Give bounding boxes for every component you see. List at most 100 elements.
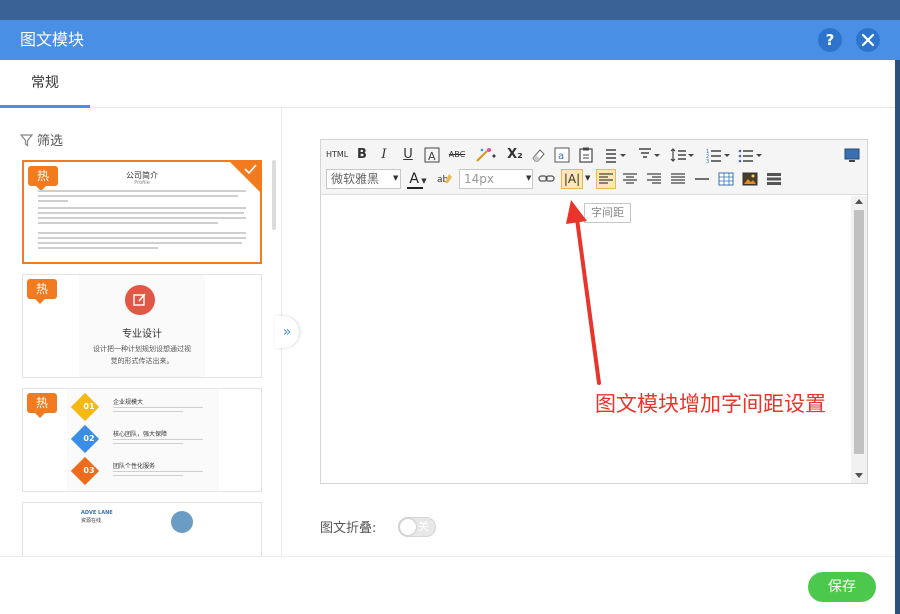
window-right-edge xyxy=(895,60,900,614)
font-color-button[interactable]: A ▼ xyxy=(405,169,431,189)
scroll-up-icon[interactable] xyxy=(855,199,863,204)
font-family-select[interactable]: 微软雅黑 xyxy=(326,169,401,189)
list-title: 团队个性化服务 xyxy=(113,463,156,470)
editor-scrollbar[interactable] xyxy=(851,196,867,483)
font-color-swatch xyxy=(407,187,423,189)
justify-button[interactable] xyxy=(668,169,688,189)
annotation-text: 图文模块增加字间距设置 xyxy=(595,392,826,416)
hot-badge: 热 xyxy=(27,279,57,304)
row-spacing-button[interactable] xyxy=(669,145,695,165)
svg-text:A: A xyxy=(428,150,436,163)
strikethrough-button[interactable]: ABC xyxy=(446,145,468,165)
link-button[interactable] xyxy=(537,169,557,189)
insert-list-block-button[interactable] xyxy=(764,169,784,189)
chevron-down-icon: ▼ xyxy=(418,177,427,185)
text-placeholder xyxy=(38,207,246,209)
table-icon xyxy=(718,172,734,186)
highlight-button[interactable]: ab xyxy=(435,169,455,189)
text-placeholder xyxy=(113,407,203,408)
template-card-online[interactable]: ADVE LANE 资源在线 xyxy=(22,502,262,556)
indent-icon xyxy=(606,149,626,163)
template-desc-line: 觉的形式传达出来。 xyxy=(110,357,174,365)
dialog-title: 图文模块 xyxy=(20,30,85,49)
eraser-button[interactable] xyxy=(529,145,547,165)
toggle-knob xyxy=(400,519,416,535)
format-painter-button[interactable] xyxy=(471,145,501,165)
font-border-button[interactable]: A xyxy=(423,145,441,165)
list-title: 核心团队，强大保障 xyxy=(113,431,168,438)
text-placeholder xyxy=(113,439,203,440)
boxed-letter-icon: a xyxy=(554,147,570,163)
horizontal-rule-button[interactable] xyxy=(692,169,712,189)
text-placeholder xyxy=(38,242,242,244)
align-left-button[interactable] xyxy=(596,169,616,189)
list-number: 01 xyxy=(83,402,95,411)
letter-spacing-tooltip: 字间距 xyxy=(584,203,631,223)
horizontal-rule-icon xyxy=(695,178,709,180)
close-button[interactable] xyxy=(856,28,880,52)
save-button[interactable]: 保存 xyxy=(808,572,876,602)
underline-button[interactable]: U xyxy=(399,145,417,165)
font-size-select[interactable]: 14px xyxy=(459,169,533,189)
text-placeholder xyxy=(38,195,238,197)
line-spacing-icon xyxy=(670,148,694,162)
sidebar-scrollbar[interactable] xyxy=(272,160,276,230)
scrollbar-thumb[interactable] xyxy=(854,210,864,454)
link-icon xyxy=(538,175,555,182)
tab-general[interactable]: 常规 xyxy=(0,60,90,108)
eraser-icon xyxy=(532,149,545,162)
toggle-state: 关 xyxy=(418,520,429,533)
template-sidebar: 筛选 热 公司简介 Profile 专业设计 设计把一种计划规划设想通过视 觉的… xyxy=(0,108,282,556)
text-placeholder xyxy=(38,217,246,219)
align-top-icon xyxy=(639,148,660,158)
edit-icon xyxy=(133,293,146,306)
filter-button[interactable]: 筛选 xyxy=(19,130,63,149)
template-line: 资源在线 xyxy=(81,518,102,524)
preview-button[interactable] xyxy=(843,145,861,165)
template-card-list[interactable]: 01 企业规模大 02 核心团队，强大保障 03 团队个性化服务 热 xyxy=(22,388,262,492)
align-right-button[interactable] xyxy=(644,169,664,189)
globe-image xyxy=(171,511,193,533)
text-placeholder xyxy=(113,443,183,444)
dialog-title-bar: 图文模块 ? xyxy=(0,20,900,60)
line-height-button[interactable] xyxy=(603,145,627,165)
insert-image-button[interactable] xyxy=(740,169,760,189)
template-line: ADVE LANE xyxy=(81,510,113,516)
ordered-list-button[interactable]: 123 xyxy=(705,145,731,165)
scroll-down-icon[interactable] xyxy=(855,473,863,478)
template-card-design[interactable]: 专业设计 设计把一种计划规划设想通过视 觉的形式传达出来。 热 xyxy=(22,274,262,378)
letter-spacing-button[interactable]: |A| xyxy=(561,169,583,189)
paste-button[interactable] xyxy=(577,145,595,165)
magic-wand-icon xyxy=(476,148,496,162)
template-desc-line: 设计把一种计划规划设想通过视 xyxy=(93,345,191,353)
insert-table-button[interactable] xyxy=(716,169,736,189)
template-subtitle: Profile xyxy=(134,180,150,186)
editor-content-area[interactable] xyxy=(321,196,867,483)
clipboard-icon xyxy=(579,147,593,163)
fold-toggle[interactable]: 关 xyxy=(398,517,436,537)
list-title: 企业规模大 xyxy=(113,399,144,406)
text-placeholder xyxy=(38,232,246,234)
help-button[interactable]: ? xyxy=(818,28,842,52)
bold-button[interactable]: B xyxy=(353,145,371,165)
dialog-footer: 保存 xyxy=(0,556,900,614)
vertical-align-button[interactable] xyxy=(637,145,661,165)
align-center-button[interactable] xyxy=(620,169,640,189)
unordered-list-button[interactable] xyxy=(737,145,763,165)
stacked-rows-icon xyxy=(767,173,781,185)
text-placeholder xyxy=(38,212,244,214)
italic-button[interactable]: I xyxy=(375,145,393,165)
template-preview: 01 企业规模大 02 核心团队，强大保障 03 团队个性化服务 xyxy=(67,389,219,491)
list-number: 02 xyxy=(83,434,95,443)
collapse-sidebar-button[interactable]: » xyxy=(275,316,299,348)
svg-text:3: 3 xyxy=(706,159,709,163)
insert-text-button[interactable]: a xyxy=(553,145,571,165)
text-placeholder xyxy=(113,471,203,472)
template-card-company-profile[interactable]: 热 公司简介 Profile xyxy=(22,160,262,264)
monitor-icon xyxy=(844,148,860,162)
html-source-button[interactable]: HTML xyxy=(326,145,348,165)
chevron-down-icon: ▼ xyxy=(393,174,399,182)
text-placeholder xyxy=(38,190,246,192)
align-left-icon xyxy=(599,173,613,184)
subscript-button[interactable]: X₂ xyxy=(505,145,525,165)
